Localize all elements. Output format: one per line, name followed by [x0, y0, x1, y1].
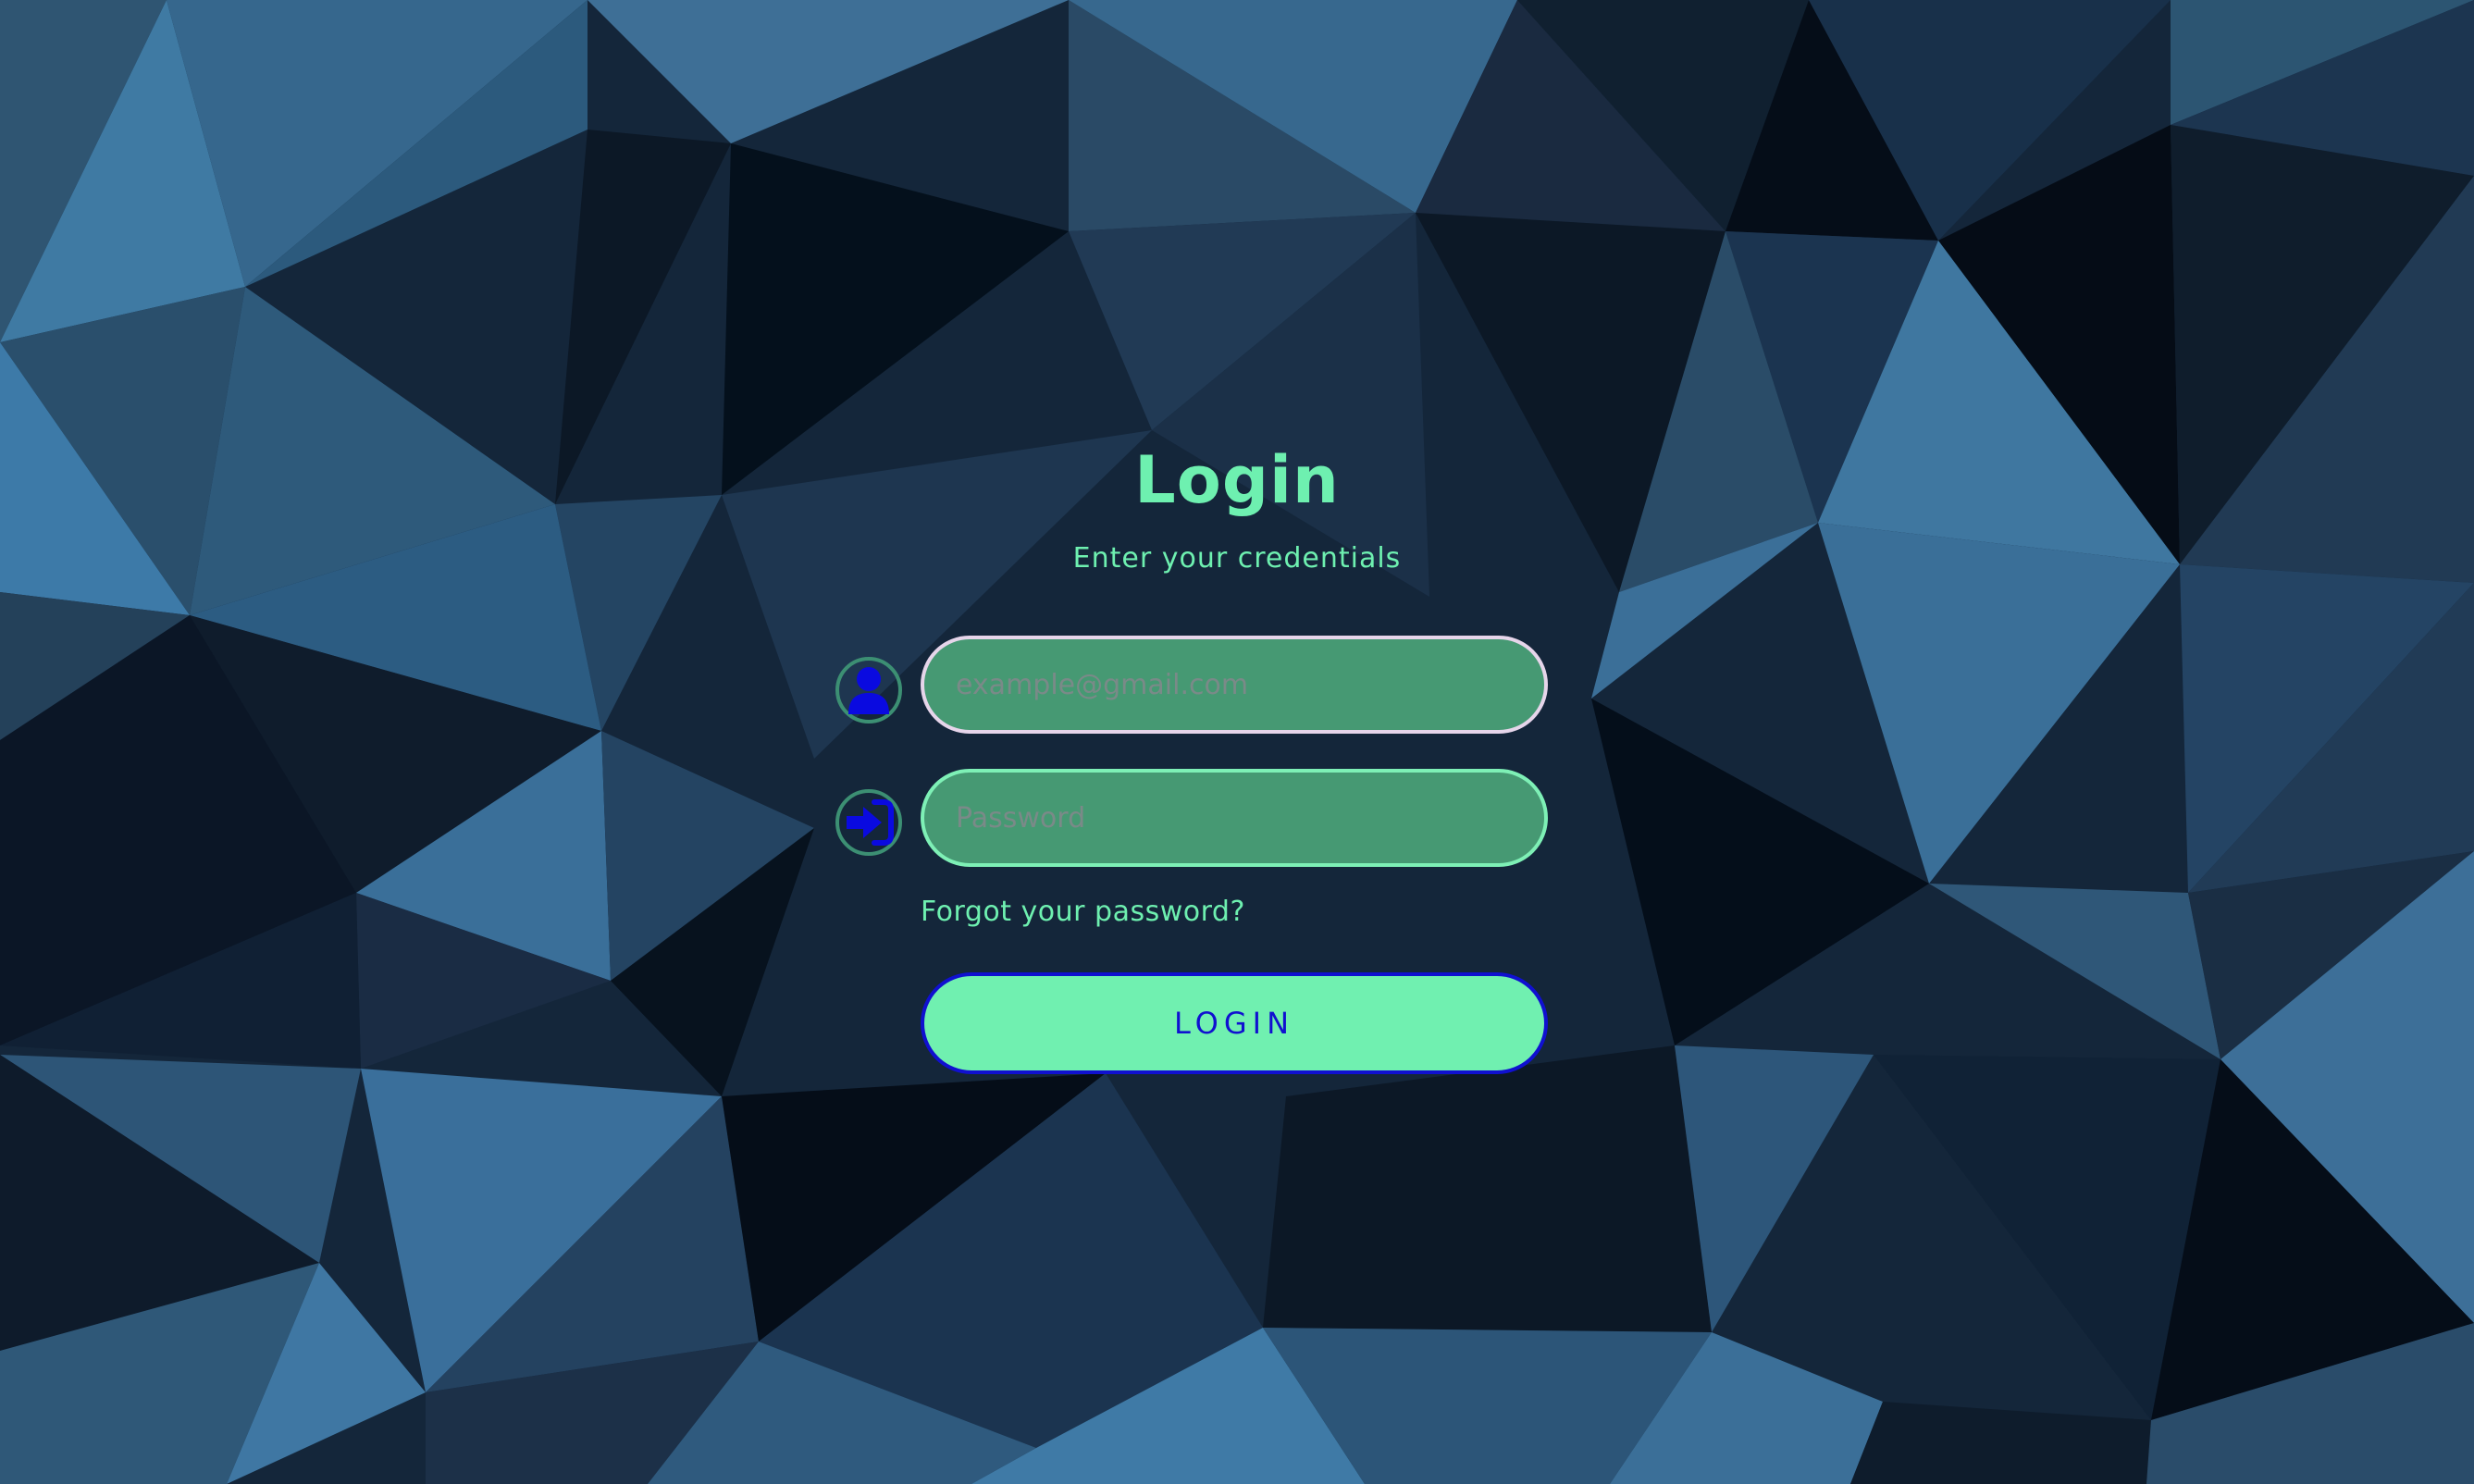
user-icon [835, 657, 902, 723]
sign-in-icon [835, 789, 902, 856]
login-button[interactable]: LOGIN [921, 972, 1548, 1074]
email-field[interactable] [921, 636, 1548, 734]
page-title: Login [1134, 442, 1340, 518]
login-form: Login Enter your credentials Forgot your… [0, 0, 2474, 1484]
page-subtitle: Enter your credentials [1072, 542, 1402, 575]
password-field[interactable] [921, 769, 1548, 867]
forgot-password-link[interactable]: Forgot your password? [921, 896, 1245, 928]
